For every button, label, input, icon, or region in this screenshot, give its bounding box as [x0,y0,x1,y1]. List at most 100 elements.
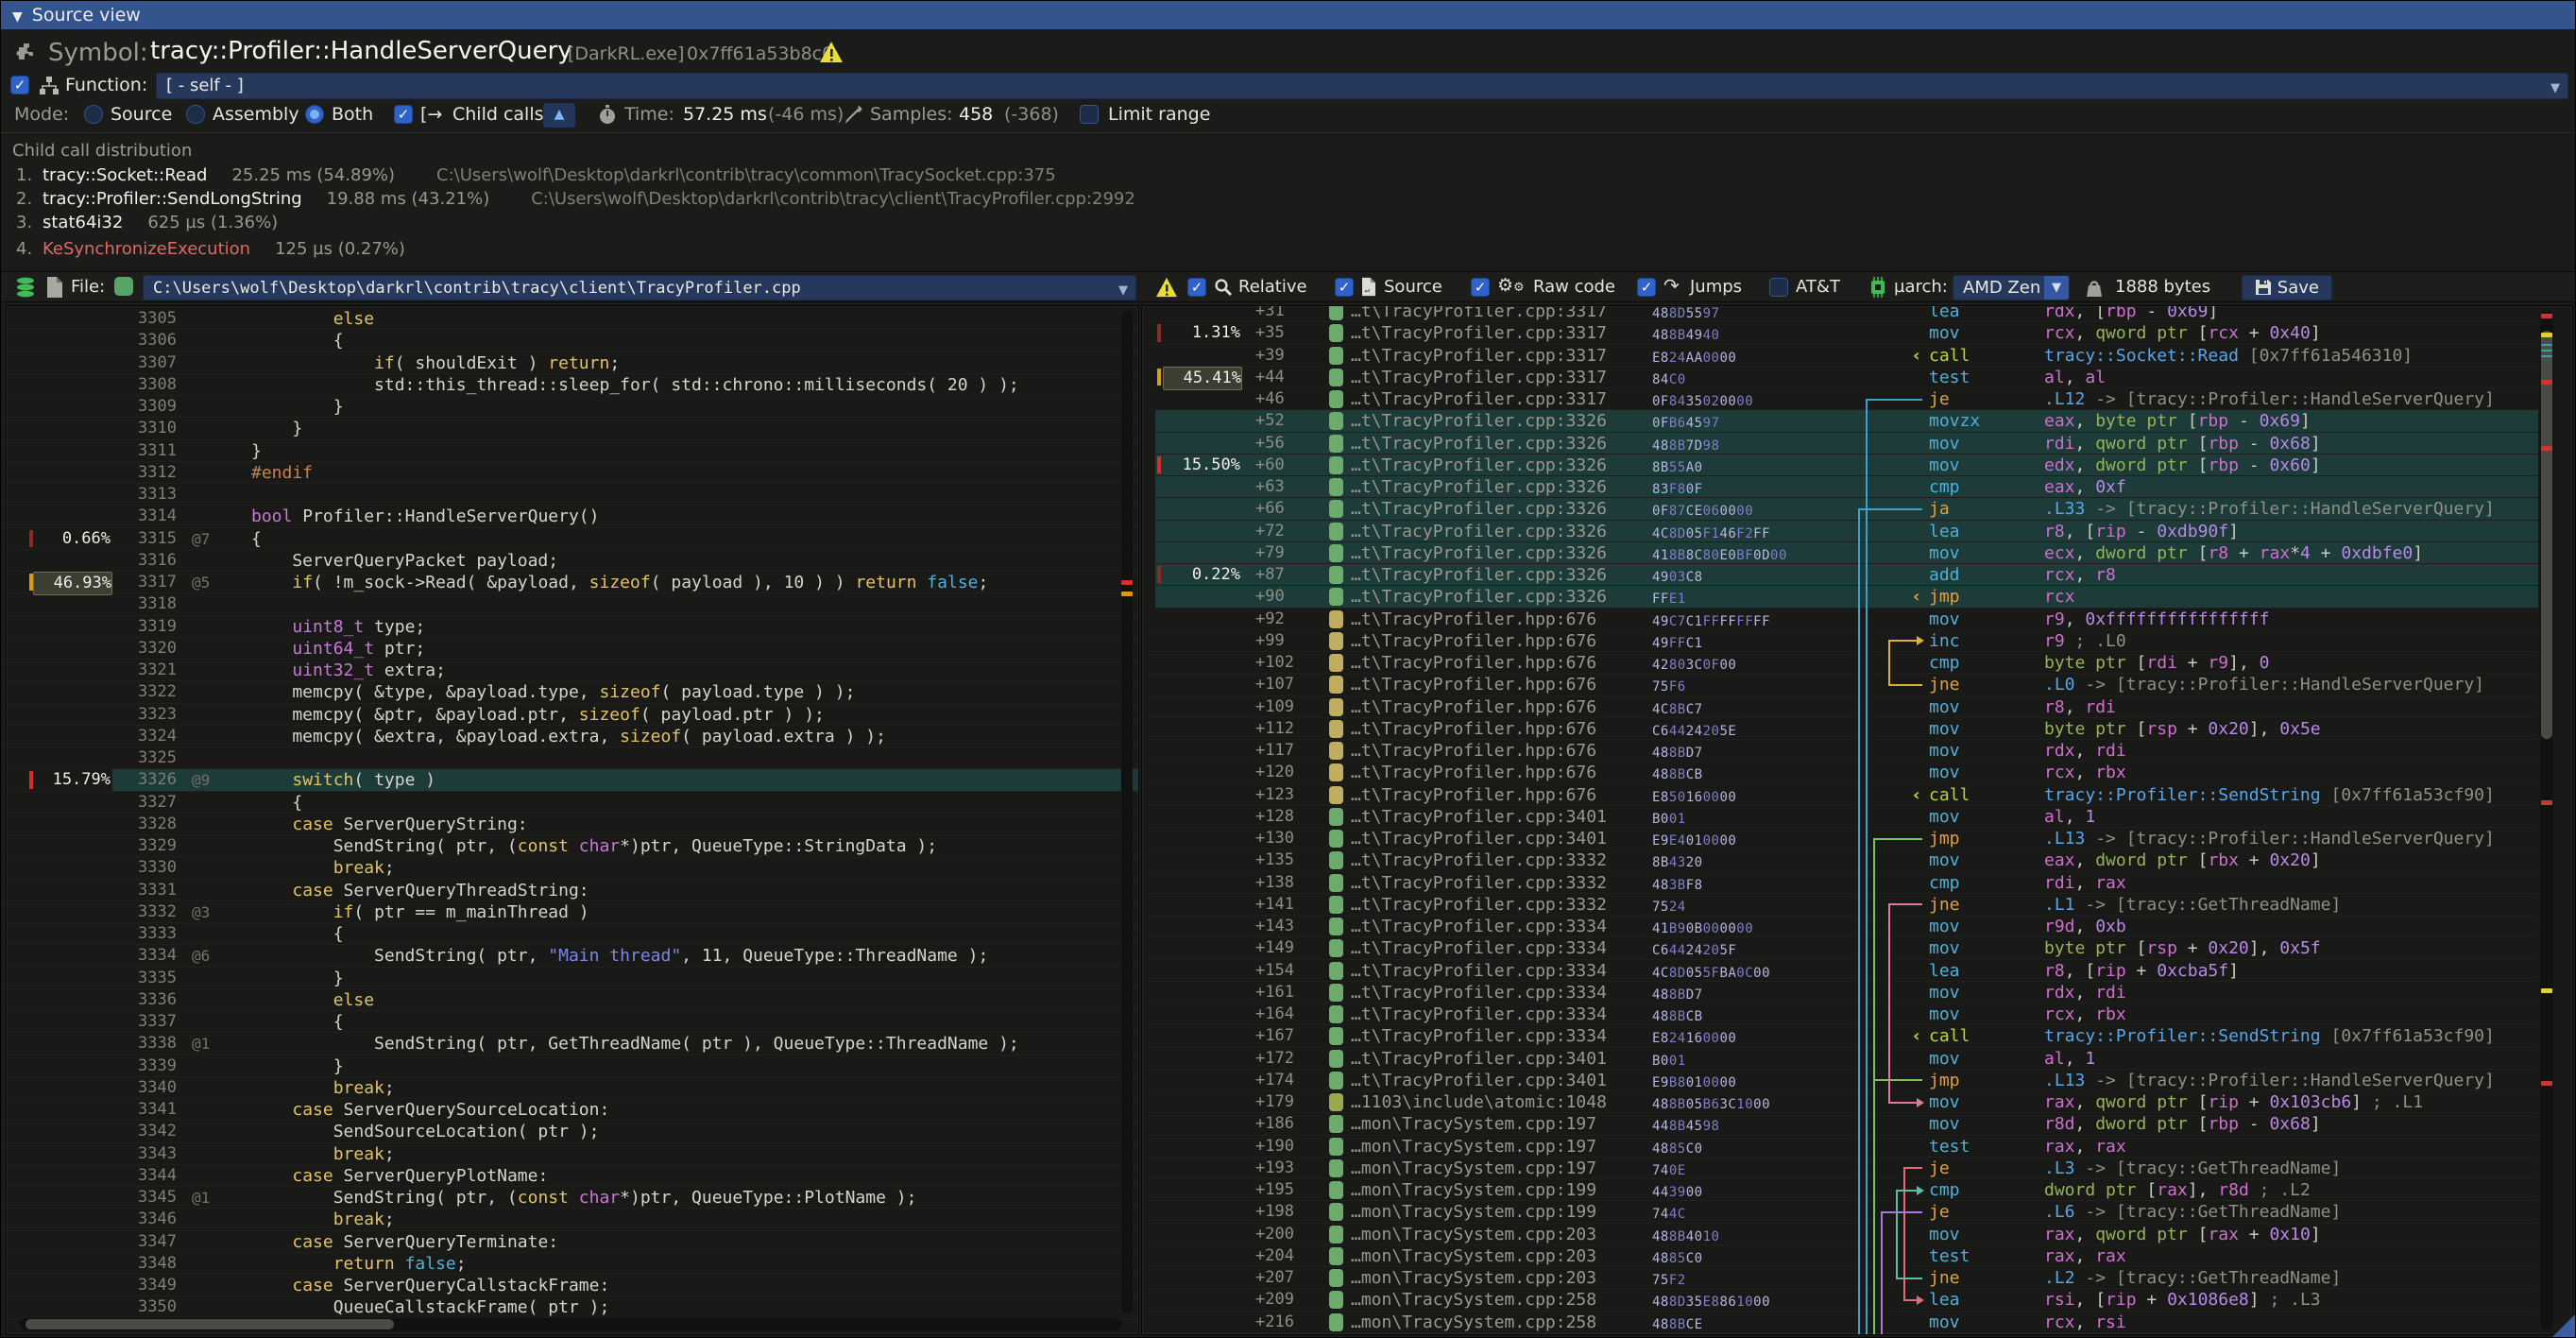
source-line[interactable]: 3320 uint64_t ptr; [7,638,1139,660]
asm-row[interactable]: 15.50%+60…t\TracyProfiler.cpp:33268B55A0… [1142,455,2538,476]
asm-row[interactable]: +143…t\TracyProfiler.cpp:333441B90B00000… [1142,916,2538,937]
att-checkbox[interactable] [1769,278,1788,297]
radio-both-label[interactable]: Both [332,104,373,125]
function-select[interactable]: [ - self - ] ▼ [156,73,2568,99]
source-line[interactable]: 3343 break; [7,1143,1139,1165]
source-line[interactable]: 3348 return false; [7,1253,1139,1275]
asm-row[interactable]: +174…t\TracyProfiler.cpp:3401E9B8010000j… [1142,1070,2538,1091]
propagate-up-button[interactable]: ▲ [543,103,575,128]
chevron-down-icon[interactable]: ▼ [2550,77,2560,101]
relative-checkbox[interactable]: ✓ [1187,278,1206,297]
source-line[interactable]: 3347 case ServerQueryTerminate: [7,1231,1139,1253]
raw-code-label[interactable]: Raw code [1533,277,1615,297]
source-line[interactable]: 46.93%3317@5 if( !m_sock->Read( &payload… [7,572,1139,593]
source-line[interactable]: 0.66%3315@7{ [7,528,1139,550]
asm-row[interactable]: +179…1103\include\atomic:1048488B05B63C1… [1142,1091,2538,1113]
source-line[interactable]: 3310 } [7,418,1139,439]
att-label[interactable]: AT&T [1796,277,1840,297]
march-select[interactable]: AMD Zen 3 ▼ [1953,275,2070,300]
source-line[interactable]: 3340 break; [7,1077,1139,1099]
chevron-down-icon[interactable]: ▼ [2044,276,2069,300]
asm-vertical-scrollbar[interactable] [2540,310,2553,1330]
source-line[interactable]: 3349 case ServerQueryCallstackFrame: [7,1275,1139,1296]
asm-row[interactable]: +167…t\TracyProfiler.cpp:3334E824160000‹… [1142,1025,2538,1047]
scrollbar-thumb[interactable] [2541,331,2552,739]
asm-row[interactable]: +198…mon\TracySystem.cpp:199744Cje.L6 ->… [1142,1201,2538,1223]
source-line[interactable]: 3327 { [7,792,1139,814]
source-line[interactable]: 3322 memcpy( &type, &payload.type, sizeo… [7,681,1139,703]
asm-row[interactable]: +92…t\TracyProfiler.hpp:67649C7C1FFFFFFF… [1142,609,2538,630]
function-checkbox[interactable]: ✓ [10,76,29,94]
asm-row[interactable]: +107…t\TracyProfiler.hpp:67675F6jne.L0 -… [1142,674,2538,695]
asm-row[interactable]: +117…t\TracyProfiler.hpp:676488BD7movrdx… [1142,740,2538,762]
asm-row[interactable]: +164…t\TracyProfiler.cpp:3334488BCBmovrc… [1142,1004,2538,1025]
child-calls-checkbox[interactable]: ✓ [394,105,413,124]
child-call-entry[interactable]: 1.tracy::Socket::Read25.25 ms (54.89%)C:… [1,165,1056,188]
raw-code-checkbox[interactable]: ✓ [1471,278,1490,297]
source-line[interactable]: 3328 case ServerQueryString: [7,814,1139,835]
asm-row[interactable]: +109…t\TracyProfiler.hpp:6764C8BC7movr8,… [1142,696,2538,718]
asm-row[interactable]: +52…t\TracyProfiler.cpp:33260FB64597movz… [1142,410,2538,432]
source-code-panel[interactable]: 3305 else3306 {3307 if( shouldExit ) ret… [6,305,1139,1335]
radio-assembly[interactable] [186,105,205,124]
asm-row[interactable]: +186…mon\TracySystem.cpp:197448B4598movr… [1142,1113,2538,1135]
source-line[interactable]: 3308 std::this_thread::sleep_for( std::c… [7,374,1139,396]
asm-row[interactable]: +216…mon\TracySystem.cpp:258488BCEmovrcx… [1142,1312,2538,1333]
source-line[interactable]: 3335 } [7,968,1139,989]
radio-assembly-label[interactable]: Assembly [213,104,299,125]
source-line[interactable]: 3325 [7,747,1139,769]
source-line[interactable]: 3344 case ServerQueryPlotName: [7,1165,1139,1187]
source-checkbox[interactable]: ✓ [1335,278,1354,297]
assembly-panel[interactable]: +31…t\TracyProfiler.cpp:3317488D5597lear… [1141,305,2573,1335]
asm-row[interactable]: +123…t\TracyProfiler.hpp:676E850160000‹c… [1142,784,2538,806]
source-horizontal-scrollbar[interactable] [20,1318,1121,1330]
source-line[interactable]: 3338@1 SendString( ptr, GetThreadName( p… [7,1033,1139,1055]
asm-row[interactable]: +31…t\TracyProfiler.cpp:3317488D5597lear… [1142,305,2538,322]
chevron-down-icon[interactable]: ▼ [1118,279,1128,302]
asm-row[interactable]: +39…t\TracyProfiler.cpp:3317E824AA0000‹c… [1142,345,2538,367]
source-line[interactable]: 3318 [7,593,1139,615]
source-line[interactable]: 3314bool Profiler::HandleServerQuery() [7,506,1139,527]
jumps-checkbox[interactable]: ✓ [1637,278,1656,297]
asm-row[interactable]: +209…mon\TracySystem.cpp:258488D35E88610… [1142,1289,2538,1311]
collapse-icon[interactable]: ▼ [12,9,23,25]
asm-row[interactable]: +56…t\TracyProfiler.cpp:3326488B7D98movr… [1142,433,2538,455]
source-line[interactable]: 3336 else [7,989,1139,1011]
radio-source[interactable] [84,105,103,124]
asm-row[interactable]: +90…t\TracyProfiler.cpp:3326FFE1‹jmprcx [1142,586,2538,608]
asm-row[interactable]: +112…t\TracyProfiler.hpp:676C64424205Emo… [1142,718,2538,740]
resize-grip[interactable] [2550,1312,2576,1338]
source-label[interactable]: Source [1384,277,1442,297]
asm-row[interactable]: +120…t\TracyProfiler.hpp:676488BCBmovrcx… [1142,762,2538,783]
source-line[interactable]: 3331 case ServerQueryThreadString: [7,880,1139,901]
source-line[interactable]: 3342 SendSourceLocation( ptr ); [7,1121,1139,1142]
source-line[interactable]: 3312#endif [7,462,1139,484]
asm-row[interactable]: +99…t\TracyProfiler.hpp:67649FFC1incr9 ;… [1142,630,2538,652]
source-line[interactable]: 3350 QueueCallstackFrame( ptr ); [7,1296,1139,1318]
limit-range-checkbox[interactable] [1080,105,1099,124]
source-line[interactable]: 15.79%3326@9 switch( type ) [7,769,1139,791]
source-line[interactable]: 3323 memcpy( &ptr, &payload.ptr, sizeof(… [7,704,1139,726]
source-line[interactable]: 3307 if( shouldExit ) return; [7,352,1139,374]
asm-row[interactable]: +79…t\TracyProfiler.cpp:3326418B8C80E0BF… [1142,542,2538,564]
asm-row[interactable]: +200…mon\TracySystem.cpp:203488B4010movr… [1142,1224,2538,1245]
asm-row[interactable]: +102…t\TracyProfiler.hpp:67642803C0F00cm… [1142,652,2538,674]
asm-row[interactable]: 0.22%+87…t\TracyProfiler.cpp:33264903C8a… [1142,564,2538,586]
source-line[interactable]: 3316 ServerQueryPacket payload; [7,550,1139,572]
source-line[interactable]: 3313 [7,484,1139,506]
asm-row[interactable]: +204…mon\TracySystem.cpp:2034885C0testra… [1142,1245,2538,1267]
source-line[interactable]: 3329 SendString( ptr, (const char*)ptr, … [7,835,1139,857]
asm-row[interactable]: +46…t\TracyProfiler.cpp:33170F8435020000… [1142,388,2538,410]
source-line[interactable]: 3341 case ServerQuerySourceLocation: [7,1099,1139,1121]
scrollbar-thumb[interactable] [26,1319,394,1329]
source-line[interactable]: 3319 uint8_t type; [7,616,1139,638]
source-line[interactable]: 3306 { [7,330,1139,352]
source-line[interactable]: 3334@6 SendString( ptr, "Main thread", 1… [7,945,1139,967]
asm-row[interactable]: +154…t\TracyProfiler.cpp:33344C8D055FBA0… [1142,960,2538,982]
asm-row[interactable]: +141…t\TracyProfiler.cpp:33327524jne.L1 … [1142,894,2538,916]
source-line[interactable]: 3309 } [7,396,1139,418]
child-call-entry[interactable]: 4.KeSynchronizeExecution125 µs (0.27%) [1,239,405,262]
source-line[interactable]: 3324 memcpy( &extra, &payload.extra, siz… [7,726,1139,747]
asm-row[interactable]: +138…t\TracyProfiler.cpp:3332483BF8cmprd… [1142,872,2538,894]
jumps-label[interactable]: Jumps [1690,277,1742,297]
